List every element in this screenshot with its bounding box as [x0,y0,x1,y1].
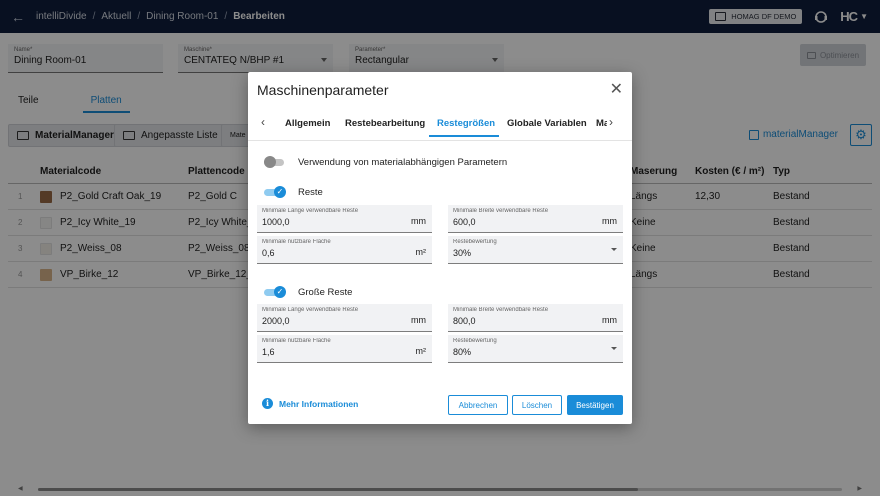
tab-globale-variablen[interactable]: Globale Variablen [507,118,587,129]
cancel-button[interactable]: Abbrechen [448,395,508,415]
tab-allgemein[interactable]: Allgemein [285,118,330,129]
close-icon[interactable]: ✕ [610,79,623,99]
field-unit: m² [415,346,427,356]
material-params-toggle-row: Verwendung von materialabhängigen Parame… [264,156,507,168]
field-value: 80% [453,347,472,357]
field-value: 2000,0 [262,316,290,326]
info-icon: i [262,398,273,409]
reste-label: Reste [298,186,323,198]
more-info-link[interactable]: i Mehr Informationen [262,398,358,409]
toggle-knob [264,156,276,168]
field-label: Minimale Länge verwendbare Reste [262,208,359,214]
grosse-reste-min-width-input[interactable]: Minimale Breite verwendbare Reste 800,0 … [448,304,623,332]
field-unit: mm [411,315,426,325]
reste-min-area-input[interactable]: Minimale nutzbare Fläche 0,6 m² [257,236,432,264]
material-params-label: Verwendung von materialabhängigen Parame… [298,156,508,168]
field-unit: mm [602,315,617,325]
field-value: 1,6 [262,347,275,357]
field-value: 1000,0 [262,217,290,227]
dialog-tabs: ‹ Allgemein Restebearbeitung Restegrößen… [257,112,623,138]
check-icon: ✓ [274,186,286,198]
reste-min-length-input[interactable]: Minimale Länge verwendbare Reste 1000,0 … [257,205,432,233]
grosse-reste-min-length-input[interactable]: Minimale Länge verwendbare Reste 2000,0 … [257,304,432,332]
tab-restegroessen[interactable]: Restegrößen [437,118,495,129]
field-unit: m² [415,247,427,257]
grosse-reste-toggle[interactable]: ✓ [264,286,286,298]
field-label: Minimale nutzbare Fläche [262,338,331,344]
reste-toggle[interactable]: ✓ [264,186,286,198]
field-value: 0,6 [262,248,275,258]
chevron-left-icon[interactable]: ‹ [261,115,265,129]
reste-rating-select[interactable]: Restebewertung 30% [448,236,623,264]
field-label: Restebewertung [453,338,497,344]
field-value: 600,0 [453,217,476,227]
chevron-right-icon[interactable]: › [609,115,613,129]
field-unit: mm [411,216,426,226]
delete-button[interactable]: Löschen [512,395,562,415]
tabs-divider [248,140,632,141]
field-label: Minimale nutzbare Fläche [262,239,331,245]
field-label: Minimale Breite verwendbare Reste [453,307,549,313]
field-value: 30% [453,248,472,258]
active-tab-indicator [429,135,499,137]
machine-parameters-dialog: Maschinenparameter ✕ ‹ Allgemein Restebe… [248,72,632,424]
grosse-reste-label: Große Reste [298,286,353,298]
tab-more[interactable]: Ma [596,118,607,129]
dialog-title: Maschinenparameter [257,82,389,98]
dropdown-arrow-icon [611,248,617,251]
dropdown-arrow-icon [611,347,617,350]
grosse-reste-toggle-row: ✓ Große Reste [264,286,352,298]
confirm-button[interactable]: Bestätigen [567,395,623,415]
field-label: Minimale Länge verwendbare Reste [262,307,359,313]
material-params-toggle[interactable] [264,156,286,168]
field-label: Restebewertung [453,239,497,245]
more-info-label: Mehr Informationen [279,398,359,409]
grosse-reste-rating-select[interactable]: Restebewertung 80% [448,335,623,363]
reste-toggle-row: ✓ Reste [264,186,323,198]
field-label: Minimale Breite verwendbare Reste [453,208,549,214]
field-value: 800,0 [453,316,476,326]
check-icon: ✓ [274,286,286,298]
tab-restebearbeitung[interactable]: Restebearbeitung [345,118,425,129]
grosse-reste-min-area-input[interactable]: Minimale nutzbare Fläche 1,6 m² [257,335,432,363]
field-unit: mm [602,216,617,226]
reste-min-width-input[interactable]: Minimale Breite verwendbare Reste 600,0 … [448,205,623,233]
